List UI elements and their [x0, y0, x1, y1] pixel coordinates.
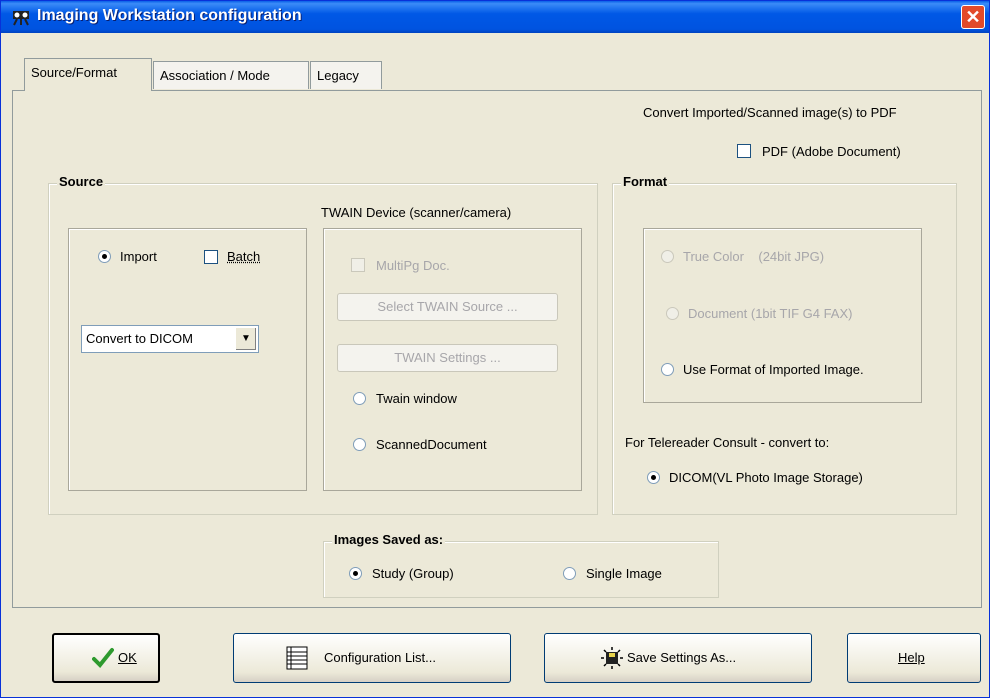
tab-association-mode[interactable]: Association / Mode [153, 61, 309, 89]
import-frame [68, 228, 307, 491]
twain-settings-button[interactable]: TWAIN Settings ... [337, 344, 558, 372]
twain-window-radio[interactable] [353, 392, 366, 405]
use-format-label: Use Format of Imported Image. [683, 362, 864, 377]
telereader-heading: For Telereader Consult - convert to: [625, 435, 830, 450]
configuration-list-button[interactable]: Configuration List... [233, 633, 511, 683]
projector-icon [13, 11, 29, 26]
tab-label: Source/Format [31, 65, 117, 80]
pdf-heading: Convert Imported/Scanned image(s) to PDF [643, 105, 897, 120]
help-button[interactable]: Help [847, 633, 981, 683]
tab-legacy[interactable]: Legacy [310, 61, 382, 89]
batch-label: Batch [227, 249, 261, 264]
import-label: Import [120, 249, 157, 264]
select-twain-source-label: Select TWAIN Source ... [377, 299, 518, 314]
scanned-document-label: ScannedDocument [376, 437, 487, 452]
format-group-title: Format [621, 174, 670, 189]
scanned-document-radio[interactable] [353, 438, 366, 451]
multipg-label: MultiPg Doc. [376, 258, 450, 273]
single-image-label: Single Image [586, 566, 662, 581]
study-group-radio[interactable] [349, 567, 362, 580]
twain-window-label: Twain window [376, 391, 457, 406]
tab-label: Legacy [317, 68, 359, 83]
help-label: Help [898, 650, 925, 665]
chevron-down-icon[interactable]: ▼ [235, 327, 257, 351]
dicom-radio[interactable] [647, 471, 660, 484]
pdf-checkbox-label: PDF (Adobe Document) [762, 144, 901, 159]
batch-checkbox[interactable] [204, 250, 218, 264]
import-radio[interactable] [98, 250, 111, 263]
convert-dropdown[interactable]: Convert to DICOM ▼ [81, 325, 259, 353]
true-color-radio[interactable] [661, 250, 674, 263]
select-twain-source-button[interactable]: Select TWAIN Source ... [337, 293, 558, 321]
true-color-label: True Color (24bit JPG) [683, 249, 825, 264]
save-settings-label: Save Settings As... [627, 650, 737, 665]
save-settings-button[interactable]: Save Settings As... [544, 633, 812, 683]
ok-button[interactable]: OK [52, 633, 160, 683]
convert-dropdown-value: Convert to DICOM [86, 331, 193, 346]
multipg-checkbox[interactable] [351, 258, 365, 272]
study-group-label: Study (Group) [372, 566, 454, 581]
tab-source-format[interactable]: Source/Format [24, 58, 152, 91]
twain-heading: TWAIN Device (scanner/camera) [321, 205, 512, 220]
source-group-title: Source [57, 174, 106, 189]
twain-settings-label: TWAIN Settings ... [394, 350, 501, 365]
tab-label: Association / Mode [160, 68, 270, 83]
window-title: Imaging Workstation configuration [37, 7, 302, 24]
save-disk-icon [601, 647, 623, 669]
pdf-checkbox[interactable] [737, 144, 751, 158]
list-icon [286, 646, 308, 670]
dicom-label: DICOM(VL Photo Image Storage) [669, 470, 863, 485]
configuration-list-label: Configuration List... [324, 650, 437, 665]
ok-label: OK [118, 650, 137, 665]
checkmark-icon [92, 648, 114, 668]
document-label: Document (1bit TIF G4 FAX) [688, 306, 853, 321]
dialog-window: Imaging Workstation configuration ✕ Sour… [0, 0, 990, 698]
images-saved-as-title: Images Saved as: [332, 532, 446, 547]
title-bar[interactable]: Imaging Workstation configuration ✕ [1, 1, 989, 33]
use-format-radio[interactable] [661, 363, 674, 376]
close-button[interactable]: ✕ [961, 5, 985, 29]
document-radio[interactable] [666, 307, 679, 320]
single-image-radio[interactable] [563, 567, 576, 580]
